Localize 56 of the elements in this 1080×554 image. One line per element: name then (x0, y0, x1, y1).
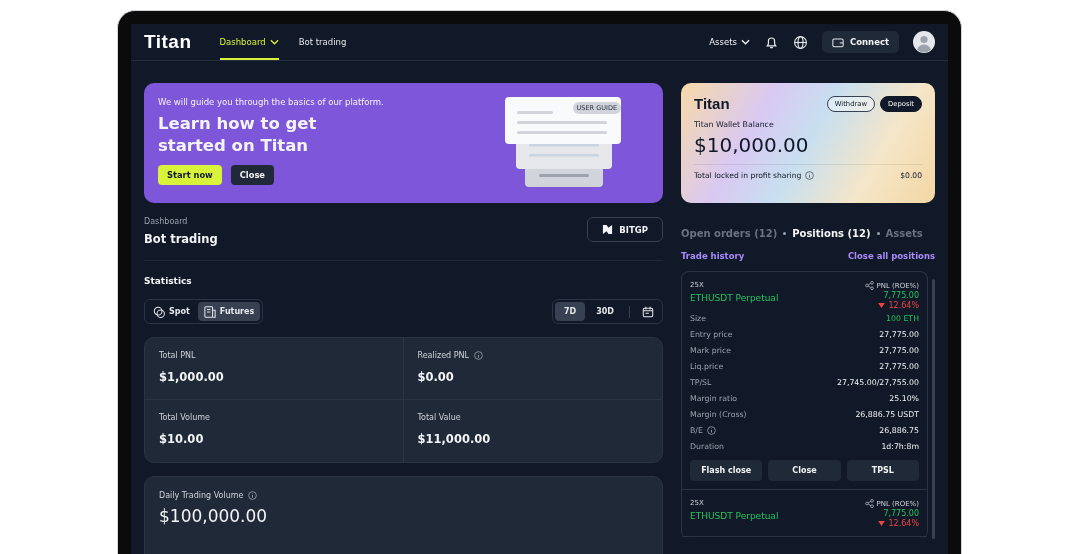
calendar-icon[interactable] (642, 305, 654, 318)
coin-icon (153, 305, 165, 318)
wallet-balance: $10,000.00 (694, 133, 810, 157)
exchange-logo-icon (602, 224, 614, 235)
scrollbar[interactable] (932, 279, 935, 539)
globe-icon[interactable] (792, 34, 808, 50)
roe-value: 12.64% (888, 519, 919, 528)
stat-value: $0.00 (417, 370, 455, 384)
close-all-positions-link[interactable]: Close all positions (847, 251, 935, 261)
stat-label: Realized PNL (417, 351, 469, 360)
position-action-button[interactable]: Flash close (690, 460, 763, 481)
stat-label: Total Volume (159, 413, 210, 422)
symbol-name: ETHUSDT Perpetual (690, 511, 779, 521)
pnl-value: 7,775.00 (883, 291, 919, 300)
symbol-name: ETHUSDT Perpetual (690, 293, 779, 303)
info-icon (805, 171, 815, 180)
close-button[interactable]: Close (230, 165, 274, 185)
panel-tab[interactable]: Open orders (12) (681, 228, 778, 239)
breadcrumb[interactable]: Dashboard (144, 217, 218, 226)
panel-tab[interactable]: Positions (12) (792, 228, 871, 239)
wallet-icon (831, 36, 844, 48)
nav-tab[interactable]: Bot trading (298, 24, 347, 60)
banner-title: Learn how to get started on Titan (158, 113, 318, 157)
section-heading: Statistics (144, 276, 193, 286)
assets-menu[interactable]: Assets (709, 37, 750, 47)
connect-button[interactable]: Connect (821, 31, 899, 53)
share-icon (864, 499, 874, 508)
period-tab[interactable]: 7D (555, 302, 586, 321)
document-icon (203, 305, 216, 318)
banner-subtitle: We will guide you through the basics of our platform. (158, 97, 384, 107)
panel-tab[interactable]: Assets (885, 228, 923, 239)
stat-value: $11,000.00 (417, 432, 492, 446)
info-icon (248, 491, 258, 500)
pnl-value: 7,775.00 (883, 509, 919, 518)
wallet-logo: Titan (694, 95, 730, 112)
position-action-button[interactable]: Close (768, 460, 841, 481)
stat-label: Daily Trading Volume (159, 491, 244, 500)
chevron-down-icon (740, 39, 750, 45)
roe-value: 12.64% (888, 301, 919, 310)
exchange-button[interactable]: BITGP (587, 217, 663, 242)
nav-tab[interactable]: Dashboard (219, 24, 279, 60)
market-tab[interactable]: Futures (197, 302, 261, 321)
stat-label: Total Value (417, 413, 461, 422)
daily-volume-value: $100,000.00 (159, 506, 269, 526)
market-tab[interactable]: Spot (147, 302, 196, 321)
page-title: Bot trading (144, 232, 218, 246)
period-tab[interactable]: 30D (587, 302, 623, 321)
position-action-button[interactable]: TPSL (846, 460, 919, 481)
share-icon (864, 281, 874, 290)
stat-value: $1,000.00 (159, 370, 225, 384)
stat-value: $10.00 (159, 432, 205, 446)
avatar-icon[interactable] (913, 31, 935, 53)
trade-history-link[interactable]: Trade history (681, 251, 745, 261)
stat-label: Total PNL (159, 351, 196, 360)
logo: Titan (144, 31, 192, 53)
start-button[interactable]: Start now (158, 165, 222, 185)
